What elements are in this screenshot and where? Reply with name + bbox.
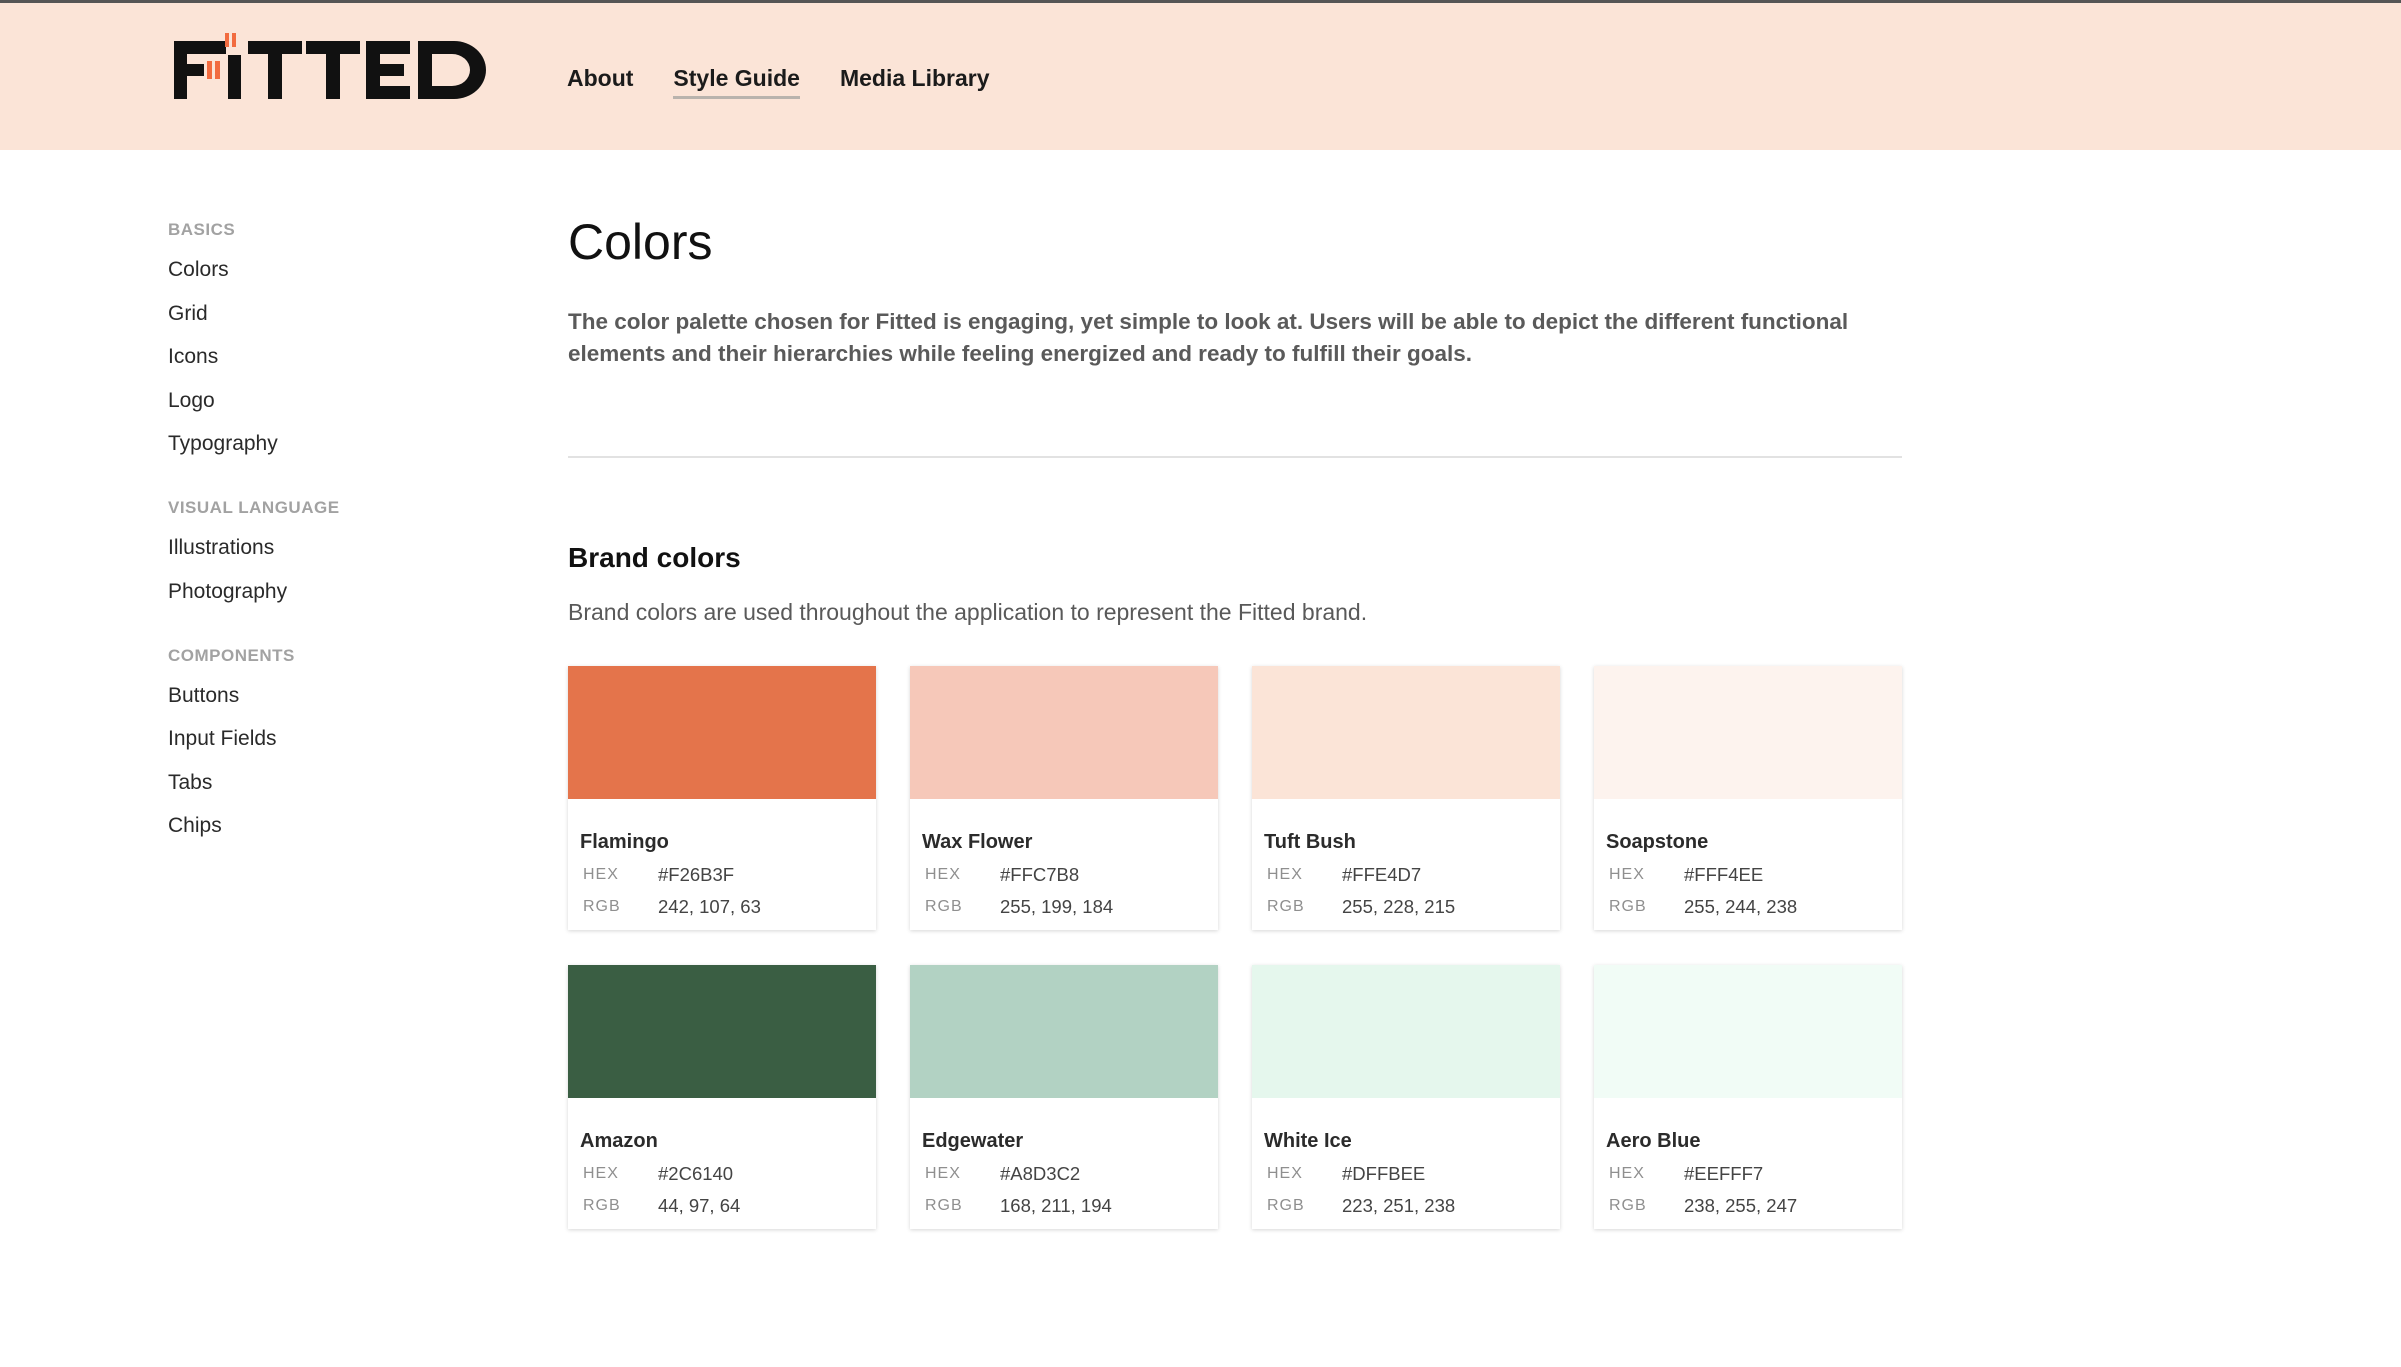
sidebar-heading-visual-language: VISUAL LANGUAGE [168,498,340,517]
rgb-label: RGB [1609,1197,1647,1214]
sidebar: BASICS Colors Grid Icons Logo Typography… [168,218,468,878]
hex-label: HEX [1267,866,1303,883]
rgb-value: 223, 251, 238 [1342,1195,1456,1216]
section-title: Brand colors [568,542,741,573]
rgb-value: 238, 255, 247 [1684,1195,1798,1216]
rgb-label: RGB [583,898,621,915]
rgb-label: RGB [1267,898,1305,915]
color-swatch [1594,666,1902,799]
color-swatch [910,666,1218,799]
color-swatch [910,965,1218,1098]
hex-label: HEX [583,1165,619,1182]
hex-value: #FFC7B8 [1000,864,1080,885]
color-card-tuft-bush[interactable]: Tuft Bush HEX #FFE4D7 RGB 255, 228, 215 [1252,666,1560,930]
hex-value: #DFFBEE [1342,1163,1426,1184]
hex-label: HEX [583,866,619,883]
sidebar-group-components: COMPONENTS Buttons Input Fields Tabs Chi… [168,644,468,839]
color-swatch [1252,666,1560,799]
sidebar-group-basics: BASICS Colors Grid Icons Logo Typography [168,218,468,456]
rgb-value: 255, 244, 238 [1684,896,1798,917]
color-swatch [1594,965,1902,1098]
sidebar-item-chips[interactable]: Chips [168,814,468,838]
color-swatch [568,965,876,1098]
section-divider [568,456,1902,458]
rgb-label: RGB [583,1197,621,1214]
color-name: Flamingo [580,831,669,853]
rgb-value: 255, 228, 215 [1342,896,1456,917]
color-card-aero-blue[interactable]: Aero Blue HEX #EEFFF7 RGB 238, 255, 247 [1594,965,1902,1229]
color-card-soapstone[interactable]: Soapstone HEX #FFF4EE RGB 255, 244, 238 [1594,666,1902,930]
nav-style-guide[interactable]: Style Guide [673,65,800,99]
hex-value: #F26B3F [658,864,735,885]
color-grid: Flamingo HEX #F26B3F RGB 242, 107, 63 Wax … [568,666,1904,1232]
color-name: Amazon [580,1130,658,1152]
nav-media-library[interactable]: Media Library [840,65,990,99]
fitted-logo[interactable] [172,33,502,105]
color-card-white-ice[interactable]: White Ice HEX #DFFBEE RGB 223, 251, 238 [1252,965,1560,1229]
hex-value: #EEFFF7 [1684,1163,1764,1184]
hex-label: HEX [925,1165,961,1182]
hex-label: HEX [1609,866,1645,883]
hex-value: #FFE4D7 [1342,864,1422,885]
nav-about[interactable]: About [567,65,633,99]
color-name: Tuft Bush [1264,831,1356,853]
fitted-logo-icon [174,33,486,99]
sidebar-item-buttons[interactable]: Buttons [168,684,468,708]
hex-label: HEX [1267,1165,1303,1182]
sidebar-item-logo[interactable]: Logo [168,389,468,413]
sidebar-group-visual-language: VISUAL LANGUAGE Illustrations Photograph… [168,496,468,604]
hex-label: HEX [925,866,961,883]
rgb-label: RGB [1609,898,1647,915]
sidebar-item-typography[interactable]: Typography [168,432,468,456]
main-content: Colors The color palette chosen for Fitt… [568,212,1902,628]
color-card-wax-flower[interactable]: Wax Flower HEX #FFC7B8 RGB 255, 199, 184 [910,666,1218,930]
color-name: Edgewater [922,1130,1024,1152]
sidebar-heading-components: COMPONENTS [168,645,295,665]
rgb-value: 242, 107, 63 [658,896,761,917]
rgb-value: 255, 199, 184 [1000,896,1114,917]
rgb-label: RGB [925,1197,963,1214]
rgb-value: 168, 211, 194 [1000,1195,1112,1216]
sidebar-item-photography[interactable]: Photography [168,580,468,604]
intro-paragraph: The color palette chosen for Fitted is e… [568,309,1849,366]
color-card-edgewater[interactable]: Edgewater HEX #A8D3C2 RGB 168, 211, 194 [910,965,1218,1229]
sidebar-heading-basics: BASICS [168,220,236,239]
color-card-amazon[interactable]: Amazon HEX #2C6140 RGB 44, 97, 64 [568,965,876,1229]
color-swatch [1252,965,1560,1098]
hex-value: #FFF4EE [1684,864,1764,885]
color-name: Aero Blue [1606,1130,1701,1152]
sidebar-item-illustrations[interactable]: Illustrations [168,536,468,560]
color-swatch [568,666,876,799]
sidebar-item-icons[interactable]: Icons [168,345,468,369]
color-name: Wax Flower [922,831,1033,853]
hex-value: #A8D3C2 [1000,1163,1081,1184]
rgb-label: RGB [1267,1197,1305,1214]
sidebar-item-tabs[interactable]: Tabs [168,771,468,795]
sidebar-item-colors[interactable]: Colors [168,258,468,282]
color-name: Soapstone [1606,831,1709,853]
rgb-value: 44, 97, 64 [658,1195,741,1216]
hex-value: #2C6140 [658,1163,734,1184]
top-navigation-bar: About Style Guide Media Library [0,0,2401,150]
hex-label: HEX [1609,1165,1645,1182]
page-title: Colors [568,214,713,270]
sidebar-item-grid[interactable]: Grid [168,302,468,326]
section-description: Brand colors are used throughout the app… [568,599,1368,625]
main-nav: About Style Guide Media Library [567,65,1030,99]
rgb-label: RGB [925,898,963,915]
sidebar-item-input-fields[interactable]: Input Fields [168,727,468,751]
color-name: White Ice [1264,1130,1352,1152]
color-card-flamingo[interactable]: Flamingo HEX #F26B3F RGB 242, 107, 63 [568,666,876,930]
